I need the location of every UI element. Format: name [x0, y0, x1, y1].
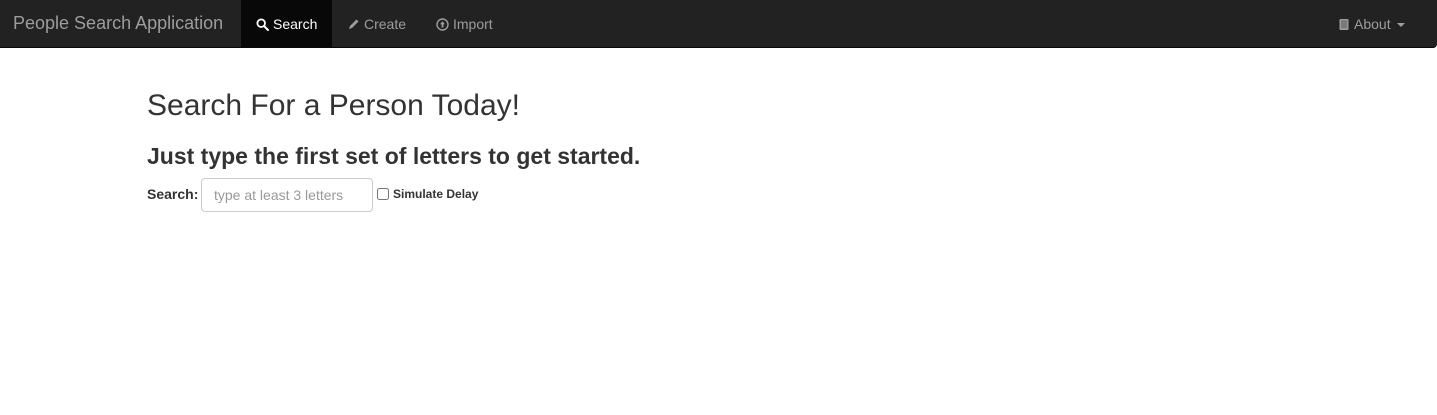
nav-import-label: Import — [453, 16, 493, 32]
search-label: Search: — [147, 186, 199, 202]
chevron-down-icon — [1396, 23, 1405, 27]
nav-about-dropdown[interactable]: About — [1322, 0, 1420, 48]
nav-create-label: Create — [364, 16, 407, 32]
search-icon — [256, 17, 269, 31]
nav-search[interactable]: Search — [241, 0, 332, 48]
pencil-icon — [347, 17, 360, 31]
brand-link[interactable]: People Search Application — [13, 12, 223, 34]
nav-create[interactable]: Create — [332, 0, 421, 48]
navbar: People Search Application Search Create … — [0, 0, 1437, 48]
nav-about-label: About — [1354, 16, 1391, 32]
upload-circle-icon — [436, 17, 449, 31]
page-subtitle: Just type the first set of letters to ge… — [147, 143, 641, 169]
book-icon — [1337, 17, 1350, 31]
nav-search-label: Search — [273, 16, 318, 32]
search-input[interactable] — [201, 178, 373, 212]
simulate-delay-checkbox[interactable] — [377, 188, 389, 200]
nav-import[interactable]: Import — [421, 0, 511, 48]
simulate-delay-label[interactable]: Simulate Delay — [393, 187, 478, 201]
page-title: Search For a Person Today! — [147, 89, 520, 122]
